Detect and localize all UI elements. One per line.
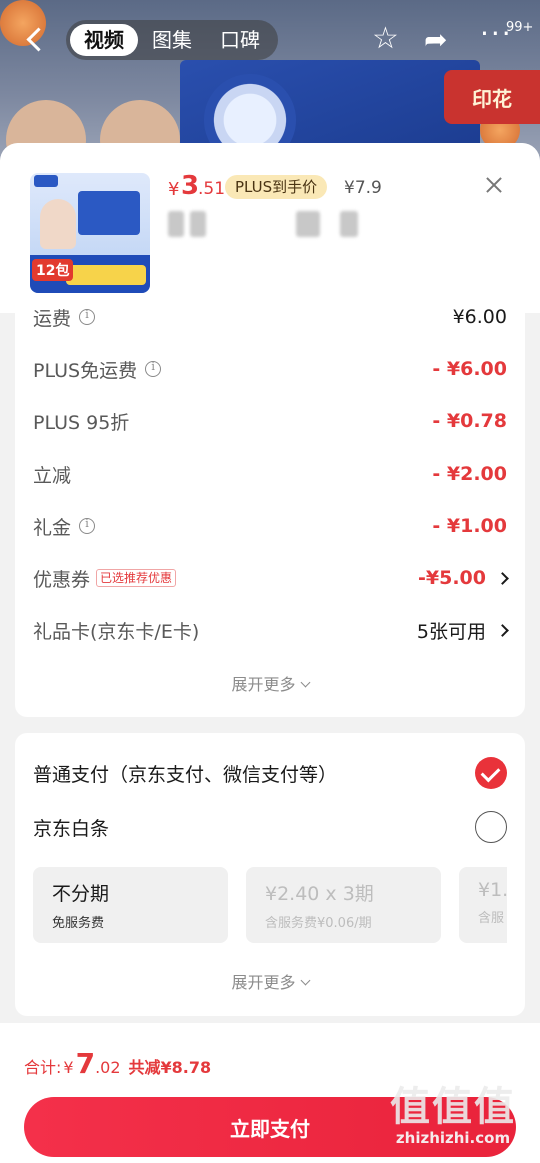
order-total: 合计: ¥ 7 .02 共减¥8.78 [24, 1047, 211, 1080]
total-currency: ¥ [63, 1058, 74, 1077]
pack-count-tag: 12包 [32, 259, 74, 281]
message-count-badge: 99+ [506, 20, 534, 35]
payment-option-baitiao[interactable]: 京东白条 [33, 811, 507, 843]
installment-title: ¥2.40 x 3期 [265, 883, 374, 905]
chevron-right-icon [496, 571, 509, 585]
plus-price-tag: PLUS到手价 [225, 175, 328, 199]
media-tabs: 视频 图集 口碑 [66, 20, 278, 60]
thumb-promo-label [66, 265, 146, 285]
tab-gallery[interactable]: 图集 [138, 24, 206, 56]
chevron-right-icon [496, 623, 509, 637]
total-decimal: .02 [95, 1058, 121, 1077]
payment-label: 普通支付（京东支付、微信支付等） [33, 763, 338, 786]
giftcard-label: 礼品卡(京东卡/E卡) [33, 620, 200, 643]
original-price: ¥7.9 [344, 178, 382, 198]
cost-label: 立减 [33, 464, 72, 487]
unchecked-radio-icon[interactable] [475, 811, 507, 843]
total-saved: 共减¥8.78 [128, 1058, 212, 1077]
expand-more-costs[interactable]: 展开更多 [15, 671, 525, 695]
cost-label: 运费 [33, 307, 72, 330]
installment-title: 不分期 [52, 883, 110, 905]
cost-row-gift-money: 礼金 - ¥1.00 [33, 511, 507, 541]
installment-option[interactable]: 不分期 免服务费 [33, 867, 228, 943]
installment-fee: 免服务费 [52, 916, 105, 931]
info-icon[interactable] [79, 308, 96, 325]
price-decimal: .51 [198, 179, 226, 199]
payment-method-card: 普通支付（京东支付、微信支付等） 京东白条 不分期 免服务费 ¥2.40 x 3… [15, 733, 525, 1016]
expand-label: 展开更多 [231, 675, 296, 694]
giftcard-row[interactable]: 礼品卡(京东卡/E卡) 5张可用 [33, 615, 509, 645]
chevron-down-icon [300, 975, 310, 986]
watermark-domain: zhizhizhi.com [395, 1129, 511, 1147]
total-label: 合计: [24, 1058, 62, 1077]
favorite-star-icon[interactable]: ☆ [372, 24, 399, 54]
cost-label: 礼金 [33, 516, 72, 539]
installment-fee: 含服 [478, 911, 505, 926]
print-stamp: 印花 [444, 70, 540, 124]
expand-more-payment[interactable]: 展开更多 [15, 969, 525, 993]
close-icon[interactable] [486, 177, 502, 193]
payment-label: 京东白条 [33, 817, 110, 840]
top-nav: 视频 图集 口碑 ☆ ➦ ··· 99+ [0, 14, 540, 66]
cost-label: PLUS免运费 [33, 359, 138, 382]
total-integer: 7 [75, 1047, 96, 1080]
cost-value: - ¥6.00 [432, 358, 507, 380]
info-icon[interactable] [145, 360, 162, 377]
info-icon[interactable] [79, 517, 96, 534]
model-photo [40, 199, 76, 249]
share-icon[interactable]: ➦ [424, 26, 447, 54]
cost-value: - ¥1.00 [432, 515, 507, 537]
cost-row-plus-discount: PLUS 95折 - ¥0.78 [33, 406, 507, 436]
cost-value: - ¥2.00 [432, 463, 507, 485]
brand-logo [34, 175, 58, 187]
cost-breakdown-card: 运费 ¥6.00 PLUS免运费 - ¥6.00 PLUS 95折 - ¥0.7… [15, 306, 525, 717]
expand-label: 展开更多 [231, 973, 296, 992]
blurred-spec [340, 211, 358, 237]
coupon-value: -¥5.00 [418, 567, 486, 589]
installment-title: ¥1. [478, 879, 507, 901]
cost-row-shipping: 运费 ¥6.00 [33, 302, 507, 332]
watermark-glyphs: 值值值 [390, 1083, 516, 1130]
giftcard-value: 5张可用 [416, 620, 486, 643]
installment-option[interactable]: ¥1. 含服 [459, 867, 507, 943]
blurred-spec [168, 211, 184, 237]
recommended-coupon-tag: 已选推荐优惠 [96, 569, 177, 587]
chevron-down-icon [300, 677, 310, 688]
checkout-sheet: 12包 ¥ 3 .51 PLUS到手价 ¥7.9 运费 ¥6.00 PLUS免运… [0, 143, 540, 1163]
coupon-row[interactable]: 优惠券 已选推荐优惠 -¥5.00 [33, 563, 509, 593]
installment-options: 不分期 免服务费 ¥2.40 x 3期 含服务费¥0.06/期 ¥1. 含服 [33, 867, 507, 943]
tab-reviews[interactable]: 口碑 [206, 24, 274, 56]
product-thumbnail[interactable]: 12包 [30, 173, 150, 293]
cost-label: PLUS 95折 [33, 411, 130, 434]
cost-value: ¥6.00 [452, 306, 507, 328]
blurred-spec [296, 211, 320, 237]
cost-value: - ¥0.78 [432, 410, 507, 432]
installment-fee: 含服务费¥0.06/期 [265, 916, 372, 931]
blurred-spec [190, 211, 206, 237]
cost-row-instant-off: 立减 - ¥2.00 [33, 459, 507, 489]
payment-option-standard[interactable]: 普通支付（京东支付、微信支付等） [33, 757, 507, 789]
checked-radio-icon[interactable] [475, 757, 507, 789]
back-icon[interactable] [22, 26, 50, 54]
cost-row-plus-free-shipping: PLUS免运费 - ¥6.00 [33, 354, 507, 384]
price-integer: 3 [181, 171, 200, 201]
product-pack-image [78, 191, 140, 235]
coupon-label: 优惠券 [33, 568, 91, 591]
price-currency: ¥ [168, 179, 180, 200]
sheet-header: 12包 ¥ 3 .51 PLUS到手价 ¥7.9 [0, 143, 540, 313]
installment-option[interactable]: ¥2.40 x 3期 含服务费¥0.06/期 [246, 867, 441, 943]
tab-video[interactable]: 视频 [70, 24, 138, 56]
site-watermark: 值值值 zhizhizhi.com [378, 1085, 528, 1155]
